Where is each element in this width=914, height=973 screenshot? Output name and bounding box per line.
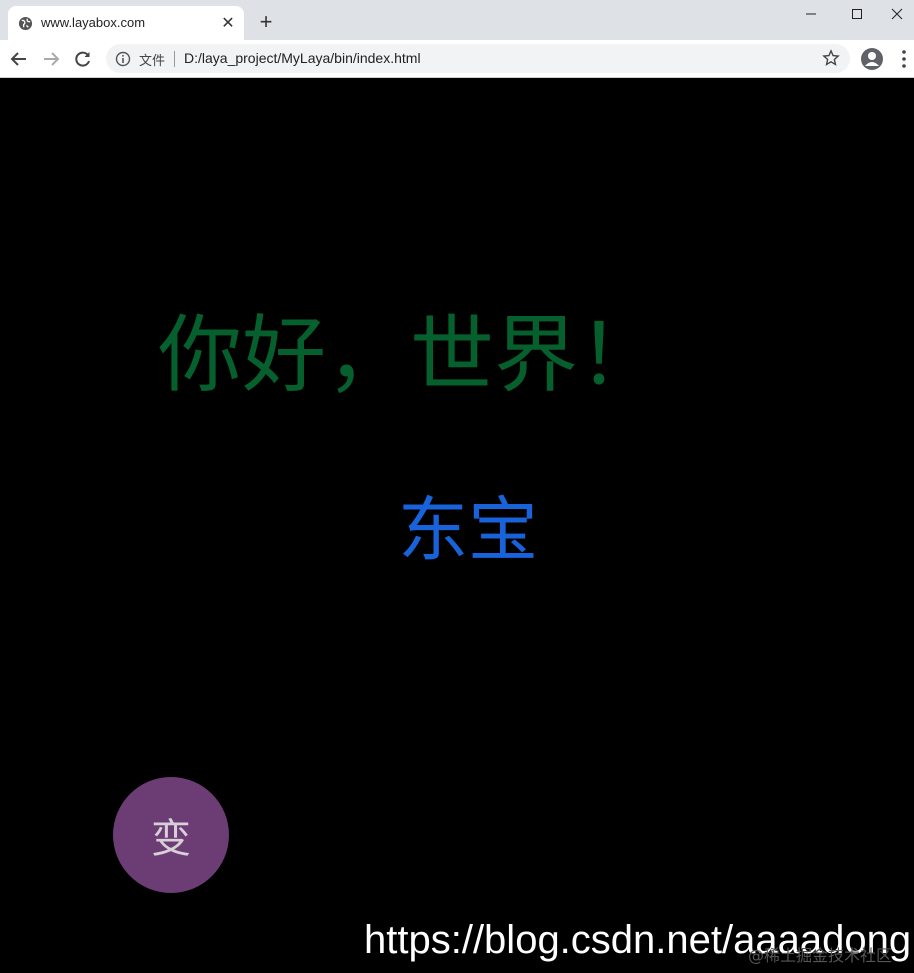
browser-tab[interactable]: www.layabox.com ✕ — [8, 6, 244, 40]
info-icon[interactable] — [115, 51, 131, 67]
tab-title: www.layabox.com — [41, 15, 146, 30]
omnibox-divider — [174, 51, 175, 67]
reload-icon — [75, 51, 90, 67]
account-icon[interactable] — [860, 47, 884, 71]
minimize-button[interactable] — [788, 0, 834, 28]
maximize-icon — [852, 9, 862, 19]
tab-strip: www.layabox.com ✕ + — [0, 0, 914, 40]
browser-toolbar: 文件 D:/laya_project/MyLaya/bin/index.html — [0, 40, 914, 78]
close-window-icon — [891, 8, 903, 20]
globe-icon — [18, 16, 33, 31]
url-text[interactable]: D:/laya_project/MyLaya/bin/index.html — [184, 50, 421, 66]
kebab-menu-icon[interactable] — [896, 48, 912, 70]
back-button[interactable] — [8, 48, 30, 70]
maximize-button[interactable] — [834, 0, 880, 28]
minimize-icon — [806, 13, 816, 15]
name-text: 东宝 — [398, 489, 538, 571]
reload-button[interactable] — [72, 48, 94, 70]
greeting-text: 你好，世界！ — [158, 306, 663, 404]
arrow-left-icon — [10, 52, 26, 66]
change-button-label: 变 — [151, 816, 191, 862]
new-tab-button[interactable]: + — [256, 11, 276, 33]
address-bar[interactable]: 文件 D:/laya_project/MyLaya/bin/index.html — [106, 44, 850, 73]
forward-button[interactable] — [40, 48, 62, 70]
close-tab-icon[interactable]: ✕ — [220, 15, 236, 31]
community-watermark: @稀土掘金技术社区 — [748, 946, 893, 965]
security-label[interactable]: 文件 — [139, 50, 165, 69]
star-icon[interactable] — [822, 49, 840, 67]
close-window-button[interactable] — [880, 0, 914, 28]
change-button[interactable]: 变 — [113, 777, 229, 893]
arrow-right-icon — [44, 52, 60, 66]
